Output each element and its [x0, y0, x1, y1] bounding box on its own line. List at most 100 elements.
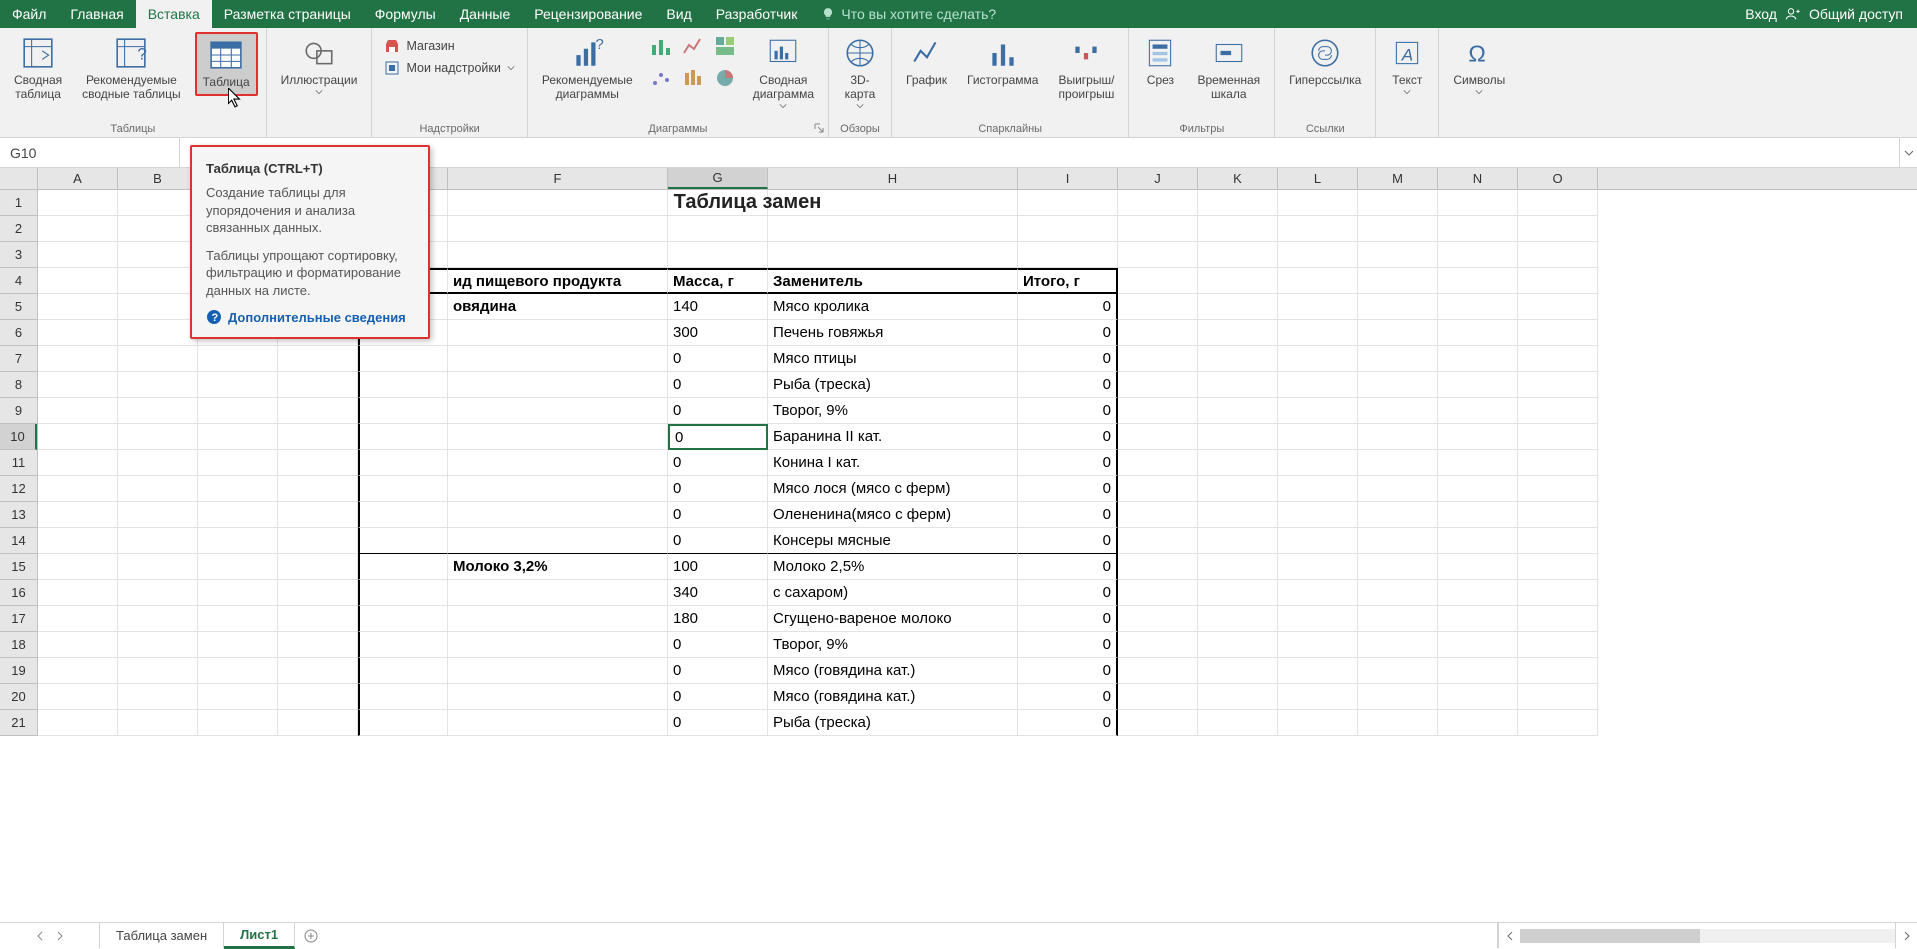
cell-A10[interactable] — [38, 424, 118, 450]
cell-K17[interactable] — [1198, 606, 1278, 632]
cell-H7[interactable]: Мясо птицы — [768, 346, 1018, 372]
cell-L13[interactable] — [1278, 502, 1358, 528]
cell-K12[interactable] — [1198, 476, 1278, 502]
cell-J3[interactable] — [1118, 242, 1198, 268]
cell-C13[interactable] — [198, 502, 278, 528]
col-header-F[interactable]: F — [448, 168, 668, 189]
cell-D19[interactable] — [278, 658, 358, 684]
tab-view[interactable]: Вид — [654, 0, 703, 28]
cell-J5[interactable] — [1118, 294, 1198, 320]
cell-C9[interactable] — [198, 398, 278, 424]
cell-D14[interactable] — [278, 528, 358, 554]
cell-F2[interactable] — [448, 216, 668, 242]
cell-H19[interactable]: Мясо (говядина кат.) — [768, 658, 1018, 684]
cell-F7[interactable] — [448, 346, 668, 372]
cell-H20[interactable]: Мясо (говядина кат.) — [768, 684, 1018, 710]
cell-F19[interactable] — [448, 658, 668, 684]
cell-I8[interactable]: 0 — [1018, 372, 1118, 398]
cell-N21[interactable] — [1438, 710, 1518, 736]
cell-F9[interactable] — [448, 398, 668, 424]
cell-K6[interactable] — [1198, 320, 1278, 346]
cell-C15[interactable] — [198, 554, 278, 580]
store-button[interactable]: Магазин — [384, 38, 454, 54]
slicer-button[interactable]: Срез — [1137, 32, 1183, 92]
cell-C18[interactable] — [198, 632, 278, 658]
cell-H13[interactable]: Олененина(мясо с ферм) — [768, 502, 1018, 528]
cell-J12[interactable] — [1118, 476, 1198, 502]
cell-O9[interactable] — [1518, 398, 1598, 424]
cell-J2[interactable] — [1118, 216, 1198, 242]
3d-map-button[interactable]: 3D- карта — [837, 32, 883, 114]
stat-chart-button[interactable] — [679, 64, 707, 92]
tab-review[interactable]: Рецензирование — [522, 0, 654, 28]
cell-J6[interactable] — [1118, 320, 1198, 346]
cell-C21[interactable] — [198, 710, 278, 736]
cell-H14[interactable]: Консеры мясные — [768, 528, 1018, 554]
cell-A1[interactable] — [38, 190, 118, 216]
cell-E11[interactable] — [358, 450, 448, 476]
row-header-12[interactable]: 12 — [0, 476, 37, 502]
cell-M21[interactable] — [1358, 710, 1438, 736]
cell-F6[interactable] — [448, 320, 668, 346]
cell-K15[interactable] — [1198, 554, 1278, 580]
cell-O13[interactable] — [1518, 502, 1598, 528]
cell-B7[interactable] — [118, 346, 198, 372]
cell-J10[interactable] — [1118, 424, 1198, 450]
tab-home[interactable]: Главная — [58, 0, 135, 28]
cell-L2[interactable] — [1278, 216, 1358, 242]
hyperlink-button[interactable]: Гиперссылка — [1283, 32, 1367, 92]
cell-H4[interactable]: Заменитель — [768, 268, 1018, 294]
cell-I2[interactable] — [1018, 216, 1118, 242]
cell-G17[interactable]: 180 — [668, 606, 768, 632]
cell-I6[interactable]: 0 — [1018, 320, 1118, 346]
cell-B3[interactable] — [118, 242, 198, 268]
cell-D20[interactable] — [278, 684, 358, 710]
cell-G9[interactable]: 0 — [668, 398, 768, 424]
tooltip-more-link[interactable]: ? Дополнительные сведения — [206, 309, 414, 325]
cell-F20[interactable] — [448, 684, 668, 710]
cell-I19[interactable]: 0 — [1018, 658, 1118, 684]
cell-M8[interactable] — [1358, 372, 1438, 398]
cell-A4[interactable] — [38, 268, 118, 294]
cell-M15[interactable] — [1358, 554, 1438, 580]
cell-A13[interactable] — [38, 502, 118, 528]
row-header-5[interactable]: 5 — [0, 294, 37, 320]
cell-M4[interactable] — [1358, 268, 1438, 294]
cell-M1[interactable] — [1358, 190, 1438, 216]
cell-G6[interactable]: 300 — [668, 320, 768, 346]
cell-H6[interactable]: Печень говяжья — [768, 320, 1018, 346]
cell-B2[interactable] — [118, 216, 198, 242]
cell-O14[interactable] — [1518, 528, 1598, 554]
cell-J21[interactable] — [1118, 710, 1198, 736]
col-header-K[interactable]: K — [1198, 168, 1278, 189]
cell-F13[interactable] — [448, 502, 668, 528]
cell-A11[interactable] — [38, 450, 118, 476]
col-header-J[interactable]: J — [1118, 168, 1198, 189]
sparkline-winloss-button[interactable]: Выигрыш/ проигрыш — [1052, 32, 1120, 106]
cell-J9[interactable] — [1118, 398, 1198, 424]
tab-file[interactable]: Файл — [0, 0, 58, 28]
col-header-G[interactable]: G — [668, 168, 768, 189]
pie-chart-button[interactable] — [711, 64, 739, 92]
cell-E7[interactable] — [358, 346, 448, 372]
cell-D9[interactable] — [278, 398, 358, 424]
cell-J17[interactable] — [1118, 606, 1198, 632]
cell-O7[interactable] — [1518, 346, 1598, 372]
cell-H2[interactable] — [768, 216, 1018, 242]
sparkline-line-button[interactable]: График — [900, 32, 953, 92]
cell-K13[interactable] — [1198, 502, 1278, 528]
cell-B18[interactable] — [118, 632, 198, 658]
cell-B13[interactable] — [118, 502, 198, 528]
cell-G19[interactable]: 0 — [668, 658, 768, 684]
cell-I21[interactable]: 0 — [1018, 710, 1118, 736]
cell-N18[interactable] — [1438, 632, 1518, 658]
col-header-A[interactable]: A — [38, 168, 118, 189]
cell-D8[interactable] — [278, 372, 358, 398]
col-header-L[interactable]: L — [1278, 168, 1358, 189]
cell-D16[interactable] — [278, 580, 358, 606]
tab-developer[interactable]: Разработчик — [704, 0, 810, 28]
cell-A6[interactable] — [38, 320, 118, 346]
cell-A16[interactable] — [38, 580, 118, 606]
cell-C14[interactable] — [198, 528, 278, 554]
expand-formula-bar[interactable] — [1899, 138, 1917, 167]
